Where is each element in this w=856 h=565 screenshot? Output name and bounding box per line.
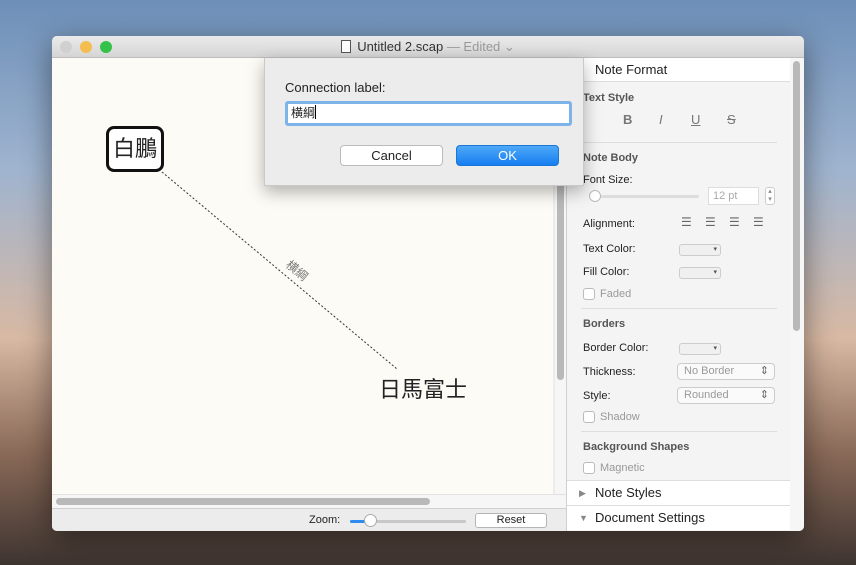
zoom-slider-knob[interactable] xyxy=(364,514,377,527)
inspector-sidebar: Note Format Text Style B I U S Note Body… xyxy=(566,58,791,531)
align-center-icon[interactable]: ☰ xyxy=(705,215,716,229)
shadow-checkbox[interactable] xyxy=(583,411,595,423)
fill-color-well[interactable]: ▾ xyxy=(679,267,721,279)
connection-label-sheet: Connection label: 横綱 Cancel OK xyxy=(264,58,584,186)
cancel-button[interactable]: Cancel xyxy=(340,145,443,166)
connection-line[interactable] xyxy=(161,171,398,370)
document-icon xyxy=(341,40,352,53)
title-bar: Untitled 2.scap — Edited ⌄ xyxy=(52,36,804,58)
note-hakuho[interactable]: 白鵬 xyxy=(106,126,164,172)
faded-checkbox[interactable] xyxy=(583,288,595,300)
note-format-header[interactable]: Note Format xyxy=(567,58,790,82)
font-size-knob[interactable] xyxy=(589,190,601,202)
bottom-bar: Zoom: Reset xyxy=(52,508,567,531)
minimize-button[interactable] xyxy=(80,41,92,53)
reset-button[interactable]: Reset xyxy=(475,513,547,528)
align-right-icon[interactable]: ☰ xyxy=(729,215,740,229)
bold-button[interactable]: B xyxy=(623,112,632,127)
thickness-popup[interactable]: No Border ⇕ xyxy=(677,363,775,380)
align-left-icon[interactable]: ☰ xyxy=(681,215,692,229)
style-popup[interactable]: Rounded ⇕ xyxy=(677,387,775,404)
note-harumafuji[interactable]: 日馬富士 xyxy=(379,372,467,404)
font-size-stepper[interactable]: ▴ ▾ xyxy=(765,187,775,205)
connection-label-input[interactable]: 横綱 xyxy=(285,101,572,126)
strikethrough-button[interactable]: S xyxy=(727,112,736,127)
window-title[interactable]: Untitled 2.scap — Edited ⌄ xyxy=(341,39,515,54)
close-button[interactable] xyxy=(60,41,72,53)
border-color-well[interactable]: ▾ xyxy=(679,343,721,355)
magnetic-checkbox[interactable] xyxy=(583,462,595,474)
connection-label[interactable]: 横綱 xyxy=(283,258,310,284)
disclosure-triangle-icon: ▼ xyxy=(579,513,588,523)
document-settings-section[interactable]: ▼ Document Settings xyxy=(567,505,791,530)
sidebar-scrollbar[interactable] xyxy=(790,58,804,531)
text-color-well[interactable]: ▾ xyxy=(679,244,721,256)
font-size-field[interactable]: 12 pt xyxy=(708,187,759,205)
zoom-window-button[interactable] xyxy=(100,41,112,53)
ok-button[interactable]: OK xyxy=(456,145,559,166)
italic-button[interactable]: I xyxy=(659,112,663,127)
disclosure-triangle-icon: ▶ xyxy=(579,488,586,498)
underline-button[interactable]: U xyxy=(691,112,700,127)
align-justify-icon[interactable]: ☰ xyxy=(753,215,764,229)
canvas-horizontal-scrollbar[interactable] xyxy=(52,494,567,508)
font-size-slider[interactable] xyxy=(589,195,699,198)
note-styles-section[interactable]: ▶ Note Styles xyxy=(567,480,791,505)
